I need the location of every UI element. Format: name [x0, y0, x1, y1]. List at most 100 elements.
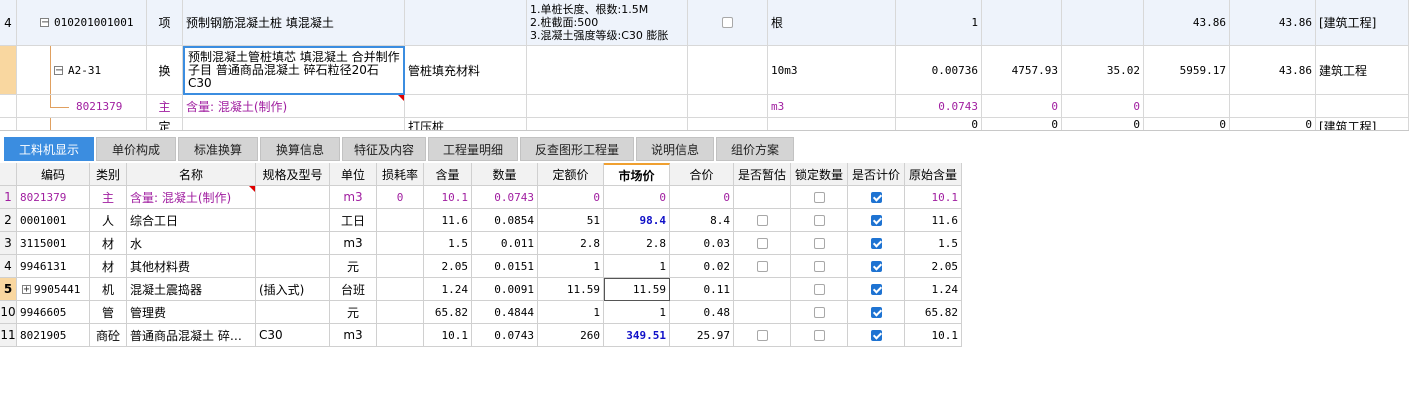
market-price-cell[interactable]: 1 [604, 301, 670, 324]
quantity-value[interactable]: 0.0091 [472, 278, 538, 301]
tab-reverse-lookup[interactable]: 反查图形工程量 [520, 137, 634, 161]
quota-price[interactable]: 11.59 [538, 278, 604, 301]
expand-icon[interactable]: + [22, 284, 31, 294]
resource-name[interactable]: 综合工日 [127, 209, 256, 232]
quota-price[interactable]: 260 [538, 324, 604, 347]
tab-features[interactable]: 特征及内容 [342, 137, 426, 161]
row-number[interactable]: 2 [0, 209, 17, 232]
total-price[interactable]: 0.02 [670, 255, 734, 278]
resource-spec[interactable] [256, 232, 330, 255]
resource-name[interactable]: 混凝土震捣器 [127, 278, 256, 301]
resource-unit[interactable]: 工日 [330, 209, 377, 232]
market-price-cell[interactable]: 2.8 [604, 232, 670, 255]
quantity-value[interactable]: 0.4844 [472, 301, 538, 324]
is-priced-checkbox[interactable] [870, 260, 882, 272]
col-header-quantity[interactable]: 数量 [472, 163, 538, 186]
lock-quantity-checkbox[interactable] [813, 306, 825, 318]
market-price-cell[interactable]: 0 [604, 186, 670, 209]
is-priced-checkbox[interactable] [870, 191, 882, 203]
resource-spec[interactable] [256, 186, 330, 209]
market-price-cell[interactable]: 349.51 [604, 324, 670, 347]
col-header-unit[interactable]: 单位 [330, 163, 377, 186]
is-priced-checkbox[interactable] [870, 306, 882, 318]
row-number[interactable]: 3 [0, 232, 17, 255]
tab-quantity-details[interactable]: 工程量明细 [428, 137, 518, 161]
resource-code[interactable]: 3115001 [17, 232, 90, 255]
quota-price[interactable]: 51 [538, 209, 604, 232]
total-price[interactable]: 0.03 [670, 232, 734, 255]
content-value[interactable]: 10.1 [424, 324, 472, 347]
resource-spec[interactable] [256, 255, 330, 278]
resource-name[interactable]: 管理费 [127, 301, 256, 324]
market-price-cell[interactable]: 98.4 [604, 209, 670, 232]
quota-price[interactable]: 1 [538, 255, 604, 278]
original-content[interactable]: 11.6 [905, 209, 962, 232]
lock-quantity-checkbox[interactable] [813, 260, 825, 272]
original-content[interactable]: 1.24 [905, 278, 962, 301]
resource-category[interactable]: 人 [90, 209, 127, 232]
item-list-grid[interactable]: 4 − 010201001001 项 预制钢筋混凝土桩 填混凝土 1.单桩长度、… [0, 0, 1409, 130]
lock-quantity-checkbox[interactable] [813, 214, 825, 226]
content-value[interactable]: 65.82 [424, 301, 472, 324]
resource-code[interactable]: 8021379 [17, 186, 90, 209]
resource-spec[interactable]: (插入式) [256, 278, 330, 301]
original-content[interactable]: 1.5 [905, 232, 962, 255]
total-price[interactable]: 25.97 [670, 324, 734, 347]
resource-unit[interactable]: 元 [330, 255, 377, 278]
col-header-loss-rate[interactable]: 损耗率 [377, 163, 424, 186]
resource-spec[interactable] [256, 301, 330, 324]
resource-category[interactable]: 机 [90, 278, 127, 301]
resource-unit[interactable]: m3 [330, 186, 377, 209]
resource-category[interactable]: 商砼 [90, 324, 127, 347]
resource-name[interactable]: 水 [127, 232, 256, 255]
quantity-value[interactable]: 0.0854 [472, 209, 538, 232]
item-checkbox[interactable] [722, 17, 733, 28]
original-content[interactable]: 10.1 [905, 324, 962, 347]
is-priced-checkbox[interactable] [870, 283, 882, 295]
col-header-market-price[interactable]: 市场价 [604, 163, 670, 186]
is-priced-checkbox[interactable] [870, 214, 882, 226]
quota-price[interactable]: 1 [538, 301, 604, 324]
row-number[interactable]: 10 [0, 301, 17, 324]
col-header-name[interactable]: 名称 [127, 163, 256, 186]
loss-rate[interactable]: 0 [377, 186, 424, 209]
item-row[interactable]: 4 − 010201001001 项 预制钢筋混凝土桩 填混凝土 1.单桩长度、… [0, 0, 1409, 46]
resource-category[interactable]: 管 [90, 301, 127, 324]
resource-code[interactable]: +9905441 [17, 278, 90, 301]
resource-unit[interactable]: m3 [330, 232, 377, 255]
is-priced-checkbox[interactable] [870, 329, 882, 341]
original-content[interactable]: 2.05 [905, 255, 962, 278]
col-header-quota-price[interactable]: 定额价 [538, 163, 604, 186]
content-value[interactable]: 1.24 [424, 278, 472, 301]
resource-unit[interactable]: 元 [330, 301, 377, 324]
quantity-value[interactable]: 0.011 [472, 232, 538, 255]
resource-spec[interactable] [256, 209, 330, 232]
row-number[interactable]: 5 [0, 278, 17, 301]
tab-conversion-info[interactable]: 换算信息 [260, 137, 340, 161]
col-header-spec[interactable]: 规格及型号 [256, 163, 330, 186]
is-estimate-checkbox[interactable] [756, 214, 768, 226]
loss-rate[interactable] [377, 255, 424, 278]
col-header-code[interactable]: 编码 [17, 163, 90, 186]
resource-name[interactable]: 含量: 混凝土(制作) [127, 186, 256, 209]
tab-standard-conversion[interactable]: 标准换算 [178, 137, 258, 161]
loss-rate[interactable] [377, 278, 424, 301]
quantity-value[interactable]: 0.0151 [472, 255, 538, 278]
loss-rate[interactable] [377, 232, 424, 255]
resource-name[interactable]: 其他材料费 [127, 255, 256, 278]
col-header-total[interactable]: 合价 [670, 163, 734, 186]
is-estimate-checkbox[interactable] [756, 237, 768, 249]
original-content[interactable]: 10.1 [905, 186, 962, 209]
loss-rate[interactable] [377, 301, 424, 324]
col-header-category[interactable]: 类别 [90, 163, 127, 186]
content-value[interactable]: 10.1 [424, 186, 472, 209]
col-header-is-estimate[interactable]: 是否暂估 [734, 163, 791, 186]
row-number[interactable]: 4 [0, 255, 17, 278]
original-content[interactable]: 65.82 [905, 301, 962, 324]
collapse-icon[interactable]: − [40, 18, 49, 28]
total-price[interactable]: 0 [670, 186, 734, 209]
item-row-selected[interactable]: − A2-31 换 预制混凝土管桩填芯 填混凝土 合并制作子目 普通商品混凝土 … [0, 46, 1409, 95]
content-value[interactable]: 11.6 [424, 209, 472, 232]
is-estimate-checkbox[interactable] [756, 329, 768, 341]
market-price-cell[interactable]: 11.59 [604, 278, 670, 301]
